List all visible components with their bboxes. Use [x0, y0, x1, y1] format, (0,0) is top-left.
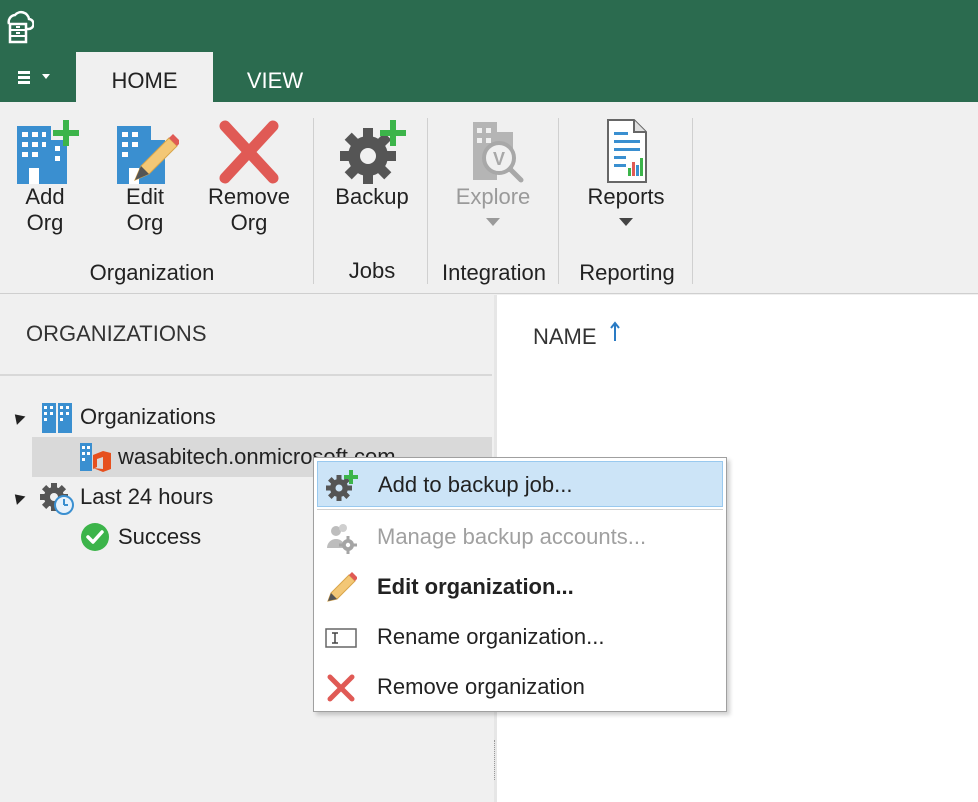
sort-ascending-icon[interactable] [610, 321, 620, 343]
office365-organization-icon [80, 443, 111, 472]
remove-org-button[interactable]: Remove Org [204, 118, 294, 236]
title-bar [0, 0, 978, 52]
rename-textbox-icon [325, 628, 357, 648]
explore-label: Explore [455, 184, 531, 209]
menu-item-label: Edit organization... [377, 574, 574, 599]
reports-icon [607, 119, 647, 183]
remove-org-label-line1: Remove [208, 184, 290, 209]
tree-node-organizations[interactable]: Organizations [0, 397, 494, 437]
menu-item-label: Rename organization... [377, 624, 605, 649]
column-header-name[interactable]: NAME [533, 324, 597, 350]
chevron-down-icon [486, 218, 500, 226]
tree-label-success: Success [118, 524, 202, 549]
edit-org-label-line2: Org [126, 210, 164, 235]
panel-divider [0, 374, 492, 376]
success-check-icon [81, 523, 109, 551]
job-history-clock-icon [40, 483, 74, 515]
menu-item-label: Add to backup job... [378, 472, 573, 497]
group-label-organization: Organization [89, 260, 215, 285]
add-organization-icon [17, 120, 79, 184]
reports-label: Reports [587, 184, 665, 209]
edit-organization-icon [117, 126, 179, 184]
tree-label-last24: Last 24 hours [80, 484, 214, 509]
ribbon-separator [427, 118, 428, 284]
ribbon: Add Org Edit Org Remove Org Organization [0, 102, 978, 294]
explore-button[interactable]: V Explore [446, 118, 540, 226]
edit-org-button[interactable]: Edit Org [110, 118, 180, 236]
add-org-label-line2: Org [26, 210, 64, 235]
chevron-down-icon [619, 218, 633, 226]
context-menu: Add to backup job... Manage backup accou… [313, 457, 727, 712]
expand-arrow-icon[interactable] [10, 490, 26, 505]
menu-separator [317, 509, 723, 510]
backup-button[interactable]: Backup [330, 118, 414, 210]
menu-item-rename-organization[interactable]: Rename organization... [317, 614, 723, 660]
main-menu-button[interactable] [10, 66, 54, 92]
menu-item-label: Remove organization [377, 674, 585, 699]
tab-home[interactable]: HOME [76, 52, 213, 102]
ribbon-separator [692, 118, 693, 284]
tree-label-organizations: Organizations [80, 404, 216, 429]
backup-label: Backup [335, 184, 409, 209]
explore-icon: V [473, 122, 524, 183]
group-label-integration: Integration [442, 260, 546, 285]
backup-gear-icon [340, 120, 406, 184]
add-org-label-line1: Add [25, 184, 65, 209]
organizations-icon [42, 403, 72, 433]
manage-accounts-icon [327, 524, 357, 554]
menu-item-add-to-backup-job[interactable]: Add to backup job... [317, 461, 723, 507]
backup-gear-icon [326, 470, 358, 501]
chevron-down-icon [42, 74, 50, 79]
remove-x-icon [327, 674, 355, 702]
menu-item-remove-organization[interactable]: Remove organization [317, 664, 723, 710]
ribbon-separator [558, 118, 559, 284]
menu-item-manage-backup-accounts[interactable]: Manage backup accounts... [317, 514, 723, 560]
expand-arrow-icon[interactable] [10, 410, 26, 425]
group-label-reporting: Reporting [579, 260, 675, 285]
group-label-jobs: Jobs [348, 258, 396, 283]
add-org-button[interactable]: Add Org [10, 118, 80, 236]
app-logo-icon [7, 10, 34, 44]
remove-org-label-line2: Org [230, 210, 268, 235]
edit-org-label-line1: Edit [126, 184, 164, 209]
panel-title: ORGANIZATIONS [26, 321, 207, 346]
ribbon-tabstrip: HOME VIEW [0, 52, 978, 102]
menu-item-edit-organization[interactable]: Edit organization... [317, 564, 723, 610]
reports-button[interactable]: Reports [580, 118, 672, 226]
remove-x-icon [219, 120, 279, 184]
pencil-icon [327, 572, 357, 602]
tab-view[interactable]: VIEW [214, 52, 336, 102]
ribbon-separator [313, 118, 314, 284]
svg-text:V: V [493, 149, 505, 169]
hamburger-icon [18, 71, 30, 85]
menu-item-label: Manage backup accounts... [377, 524, 647, 549]
